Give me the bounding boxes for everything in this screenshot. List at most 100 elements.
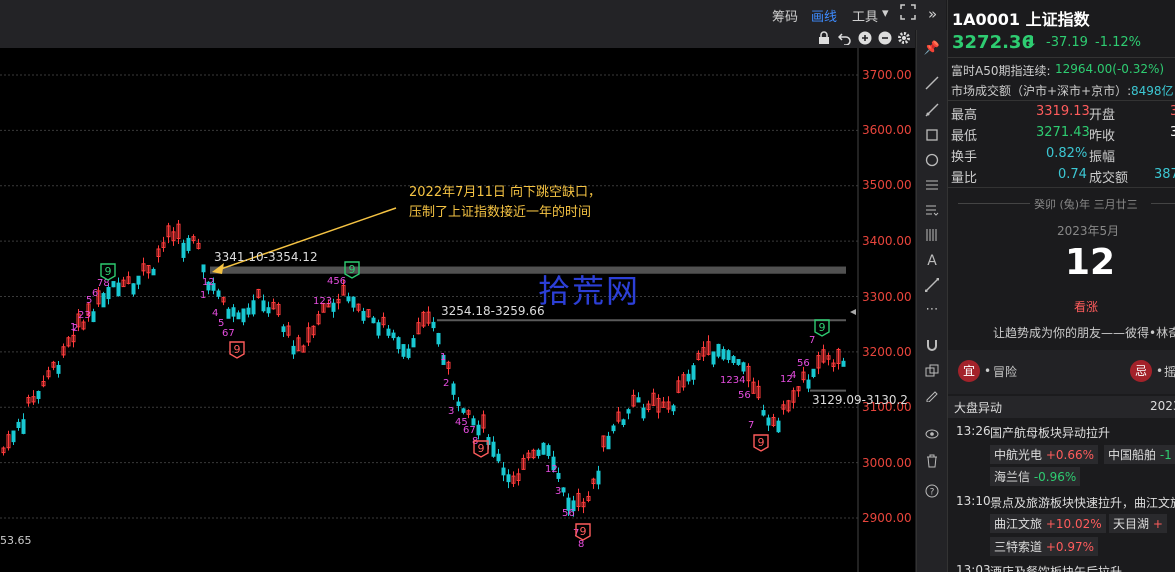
candle-body xyxy=(361,310,366,321)
stock-name: 中国船舶 xyxy=(1108,448,1157,462)
current-price: 3272.36 xyxy=(952,32,1034,53)
ray-tool-icon[interactable] xyxy=(922,103,942,121)
stock-change: +0.97% xyxy=(1045,540,1095,554)
copy-icon[interactable] xyxy=(922,364,942,382)
left-value-label: 53.65 xyxy=(0,534,32,547)
stat-label-turnover-rate: 换手 xyxy=(951,150,978,165)
stat-label-prev-close: 昨收 xyxy=(1089,129,1116,144)
td-nine-label: 9 xyxy=(105,265,112,278)
news-time: 13:10 xyxy=(956,494,991,508)
candle-body xyxy=(136,275,141,285)
candle-body xyxy=(541,442,546,455)
td-count-label: 8 xyxy=(578,539,584,550)
candle-body xyxy=(91,311,96,323)
eye-icon[interactable] xyxy=(922,427,942,445)
td-count-label: 1234 xyxy=(720,375,745,386)
stat-value-low: 3271.43 xyxy=(1036,125,1090,140)
candle-body xyxy=(736,359,741,365)
candle-body xyxy=(716,343,721,357)
td-nine-label: 9 xyxy=(580,525,587,538)
menu-tools[interactable]: 工具 xyxy=(852,6,878,25)
stat-value-turnover-rate: 0.82% xyxy=(1046,146,1088,161)
td-count-label: 12 xyxy=(545,464,558,475)
news-section-title[interactable]: 大盘异动 xyxy=(954,399,1002,416)
stock-tag[interactable]: 海兰信 -0.96% xyxy=(990,467,1081,486)
news-item-title[interactable]: 国产航母板块异动拉升 xyxy=(990,424,1110,441)
candle-body xyxy=(251,300,256,315)
menu-draw-line[interactable]: 画线 xyxy=(811,6,837,25)
magnet-icon[interactable] xyxy=(922,338,942,356)
y-tick-label: 3000.00 xyxy=(862,456,912,470)
stock-name: 中航光电 xyxy=(994,448,1043,462)
y-tick-label: 3300.00 xyxy=(862,290,912,304)
trash-icon[interactable] xyxy=(922,454,942,472)
stock-tag[interactable]: 天目湖 + xyxy=(1109,514,1167,533)
chevron-down-icon[interactable]: ▾ xyxy=(882,6,889,21)
brush-icon[interactable] xyxy=(922,388,942,406)
candle-body xyxy=(411,338,416,348)
candle-body xyxy=(596,470,601,485)
help-icon[interactable]: ? xyxy=(922,484,942,502)
divider xyxy=(948,57,1175,58)
more-tools-icon[interactable]: ⋯ xyxy=(922,301,942,319)
dropdown-tool-icon[interactable] xyxy=(922,203,942,221)
stat-value-amount: 387 xyxy=(1154,167,1175,182)
watermark: 拾荒网 xyxy=(538,272,641,310)
candle-body xyxy=(111,281,116,288)
candle-body xyxy=(436,332,441,345)
stock-change: +10.02% xyxy=(1045,517,1102,531)
candle-body xyxy=(561,487,566,493)
measure-tool-icon[interactable] xyxy=(922,277,942,296)
collapse-panel-icon[interactable]: » xyxy=(928,5,937,23)
kline-chart[interactable]: 1 2 23 5 6 78 1 12 4 5 67 123 456 1 2 3 45 67 8 12 3 56 7 8 1234… xyxy=(0,48,915,572)
fullscreen-icon[interactable] xyxy=(900,4,916,24)
candle-body xyxy=(371,317,376,324)
stock-tag[interactable]: 中航光电 +0.66% xyxy=(990,445,1099,464)
candle-body xyxy=(11,430,16,443)
zoom-out-icon[interactable] xyxy=(878,31,892,49)
undo-icon[interactable] xyxy=(837,31,852,49)
td-count-label: 1 xyxy=(200,290,206,301)
candle-body xyxy=(431,321,436,329)
candle-body xyxy=(806,379,811,389)
candle-body xyxy=(216,290,221,297)
td-count-label: 6 xyxy=(92,288,98,299)
turnover-value: 8498亿 xyxy=(1131,84,1174,98)
divider xyxy=(958,203,1030,204)
text-tool-icon[interactable]: A xyxy=(922,252,942,270)
stock-change: -1 xyxy=(1159,448,1172,462)
annotation-line-2: 压制了上证指数接近一年的时间 xyxy=(409,205,592,220)
gap-band-1 xyxy=(210,266,846,274)
pin-icon[interactable]: 📌 xyxy=(922,40,942,58)
td-count-label: 4 xyxy=(790,370,796,381)
line-tool-icon[interactable] xyxy=(922,76,942,94)
rectangle-tool-icon[interactable] xyxy=(922,128,942,146)
a50-label: 富时A50期指连续: xyxy=(951,64,1051,78)
candle-body xyxy=(181,242,186,258)
candle-body xyxy=(471,418,476,426)
stock-tag[interactable]: 曲江文旅 +10.02% xyxy=(990,514,1106,533)
news-item-title[interactable]: 酒店及餐饮板块午后拉升 xyxy=(990,563,1122,572)
stock-change: + xyxy=(1152,517,1163,531)
bad-text: 摇 xyxy=(1164,365,1175,379)
y-tick-label: 3500.00 xyxy=(862,178,912,192)
good-badge: 宜 xyxy=(958,360,980,382)
circle-tool-icon[interactable] xyxy=(922,153,942,171)
candle-body xyxy=(281,326,286,333)
fib-tool-icon[interactable] xyxy=(922,178,942,196)
stock-tag[interactable]: 中国船舶 -1 xyxy=(1104,445,1175,464)
zoom-in-icon[interactable] xyxy=(858,31,872,49)
down-arrow-icon: ⬇ xyxy=(1025,33,1038,51)
menu-chips[interactable]: 筹码 xyxy=(772,6,798,25)
candle-body xyxy=(766,417,771,426)
lock-icon[interactable] xyxy=(818,31,830,49)
y-tick-label: 3600.00 xyxy=(862,123,912,137)
td-count-label: 56 xyxy=(797,358,810,369)
gear-icon[interactable] xyxy=(897,31,911,49)
candle-body xyxy=(496,453,501,462)
candle-body xyxy=(391,332,396,339)
stock-tag[interactable]: 三特索道 +0.97% xyxy=(990,537,1099,556)
candle-body xyxy=(461,408,466,413)
news-item-title[interactable]: 景点及旅游板块快速拉升，曲江文旅 xyxy=(990,494,1175,511)
